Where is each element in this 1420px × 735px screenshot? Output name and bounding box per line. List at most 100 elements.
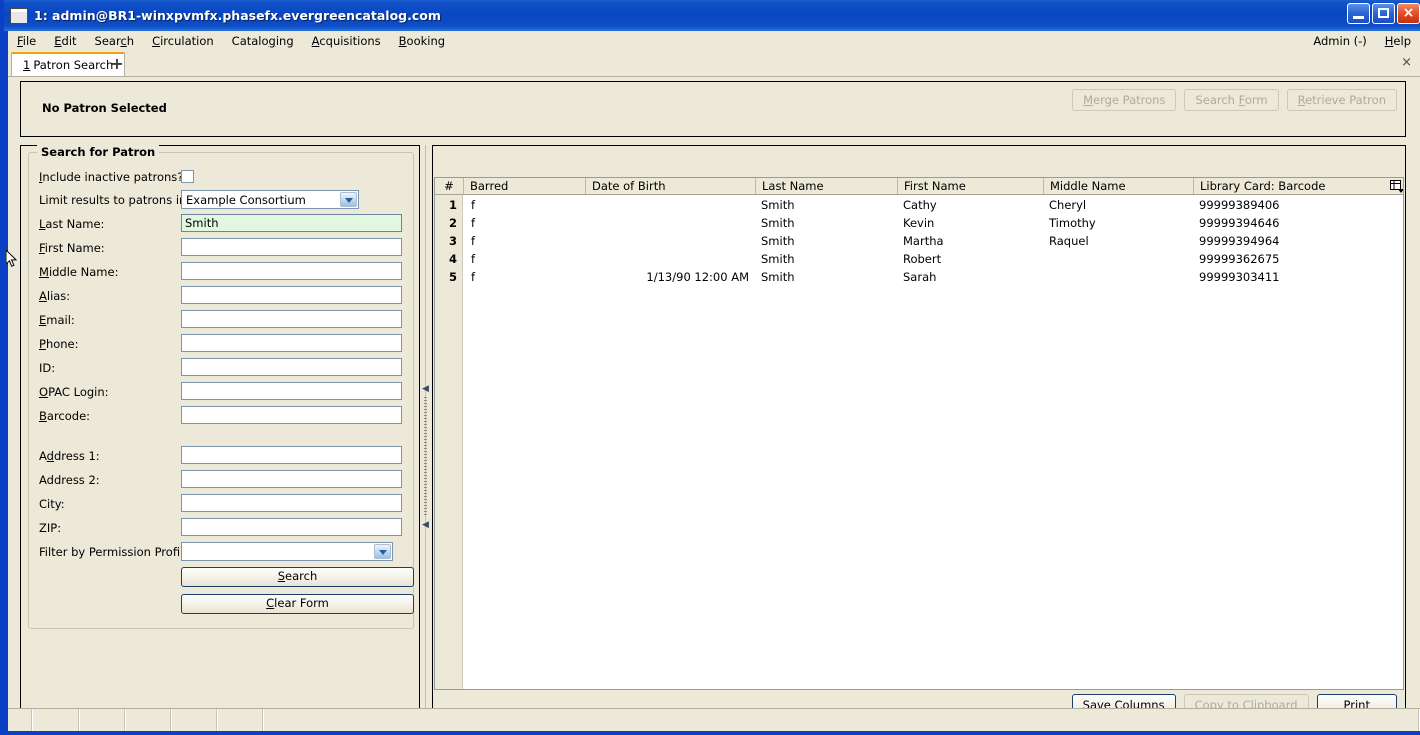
cell-first: Cathy [903,198,937,212]
field-phone: Phone: [29,334,415,358]
field-limit-org: Limit results to patrons in Example Cons… [29,190,415,214]
permission-profile-combo[interactable] [181,542,393,561]
cell-last: Smith [761,252,795,266]
patron-action-buttons: Merge Patrons Search Form Retrieve Patro… [1072,89,1397,111]
retrieve-patron-button[interactable]: Retrieve Patron [1286,89,1397,111]
table-row[interactable]: 5 f 1/13/90 12:00 AM Smith Sarah 99999303411 [435,268,1403,286]
splitter-grip[interactable] [424,397,427,517]
splitter-collapse-down-icon[interactable]: ◀ [422,521,430,530]
label-email: Email: [39,313,75,327]
cell-last: Smith [761,216,795,230]
menu-booking[interactable]: Booking [390,32,454,50]
label-alias: Alias: [39,289,71,303]
id-input[interactable] [181,358,402,376]
field-last-name: Last Name: [29,214,415,238]
barcode-input[interactable] [181,406,402,424]
cell-barred: f [471,234,476,248]
new-tab-button[interactable]: + [108,55,126,73]
field-address-1: Address 1: [29,446,415,470]
column-header-barred[interactable]: Barred [463,178,585,194]
menu-acquisitions[interactable]: Acquisitions [303,32,390,50]
search-button[interactable]: Search [181,567,414,587]
application-window: 1: admin@BR1-winxpvmfx.phasefx.evergreen… [0,0,1420,735]
cell-middle: Cheryl [1049,198,1087,212]
field-first-name: First Name: [29,238,415,262]
city-input[interactable] [181,494,402,512]
alias-input[interactable] [181,286,402,304]
chevron-down-icon [340,192,357,207]
table-row[interactable]: 3 f Smith Martha Raquel 99999394964 [435,232,1403,250]
email-input[interactable] [181,310,402,328]
patron-summary-panel: No Patron Selected Merge Patrons Search … [20,81,1406,137]
search-form-button[interactable]: Search Form [1184,89,1279,111]
close-tab-icon[interactable]: × [1401,56,1412,69]
field-permission-profile: Filter by Permission Profile: [29,542,415,566]
column-header-index[interactable]: # [435,178,463,194]
last-name-input[interactable] [181,214,402,232]
client-area: File Edit Search Circulation Cataloging … [8,31,1420,731]
menu-edit[interactable]: Edit [45,32,85,50]
cell-barred: f [471,252,476,266]
page-title: No Patron Selected [42,101,167,115]
cell-first: Sarah [903,270,937,284]
menu-cataloging[interactable]: Cataloging [223,32,303,50]
column-header-barcode[interactable]: Library Card: Barcode [1193,178,1397,194]
column-header-dob[interactable]: Date of Birth [585,178,755,194]
splitter-collapse-up-icon[interactable]: ◀ [422,385,430,394]
status-bar [8,708,1420,731]
status-segment [172,709,218,731]
menu-circulation[interactable]: Circulation [143,32,223,50]
status-segment [126,709,172,731]
menu-admin[interactable]: Admin (-) [1304,32,1375,50]
cell-barred: f [471,216,476,230]
column-picker-icon[interactable] [1390,180,1403,193]
label-zip: ZIP: [39,521,62,535]
address-1-input[interactable] [181,446,402,464]
merge-patrons-button[interactable]: Merge Patrons [1072,89,1177,111]
first-name-input[interactable] [181,238,402,256]
phone-input[interactable] [181,334,402,352]
opac-login-input[interactable] [181,382,402,400]
table-row[interactable]: 2 f Smith Kevin Timothy 99999394646 [435,214,1403,232]
pane-splitter[interactable]: ◀ ◀ [420,145,432,723]
cell-last: Smith [761,270,795,284]
chevron-down-icon [374,544,391,559]
close-icon: × [1402,5,1415,21]
field-opac-login: OPAC Login: [29,382,415,406]
cell-barred: f [471,198,476,212]
label-address-1: Address 1: [39,449,100,463]
search-for-patron-group: Search for Patron Include inactive patro… [28,145,415,629]
address-2-input[interactable] [181,470,402,488]
clear-form-button[interactable]: Clear Form [181,594,414,614]
menu-bar: File Edit Search Circulation Cataloging … [8,31,1420,50]
middle-name-input[interactable] [181,262,402,280]
limit-org-combo[interactable]: Example Consortium [181,190,359,209]
minimize-button[interactable] [1347,3,1370,24]
table-row[interactable]: 4 f Smith Robert 99999362675 [435,250,1403,268]
include-inactive-checkbox[interactable] [181,170,194,183]
field-include-inactive: Include inactive patrons? [29,167,415,191]
zip-input[interactable] [181,518,402,536]
cell-middle [1049,268,1193,286]
column-header-middle-name[interactable]: Middle Name [1043,178,1193,194]
menu-file[interactable]: File [8,32,45,50]
maximize-button[interactable] [1372,3,1395,24]
cell-middle [1049,250,1193,268]
field-zip: ZIP: [29,518,415,542]
tab-number: 1 [23,58,31,72]
table-row[interactable]: 1 f Smith Cathy Cheryl 99999389406 [435,196,1403,214]
results-grid-header: # Barred Date of Birth Last Name First N… [435,178,1403,195]
status-segment-main [264,709,1420,731]
menu-search[interactable]: Search [86,32,144,50]
menu-help[interactable]: Help [1376,32,1420,50]
tab-label: Patron Search [33,58,114,72]
close-button[interactable]: × [1397,3,1420,24]
column-header-last-name[interactable]: Last Name [755,178,897,194]
column-header-first-name[interactable]: First Name [897,178,1043,194]
cell-barcode: 99999394964 [1199,234,1280,248]
cell-num: 4 [448,252,457,266]
label-barcode: Barcode: [39,409,91,423]
field-city: City: [29,494,415,518]
cell-num: 5 [448,270,457,284]
cell-barred: f [471,270,476,284]
